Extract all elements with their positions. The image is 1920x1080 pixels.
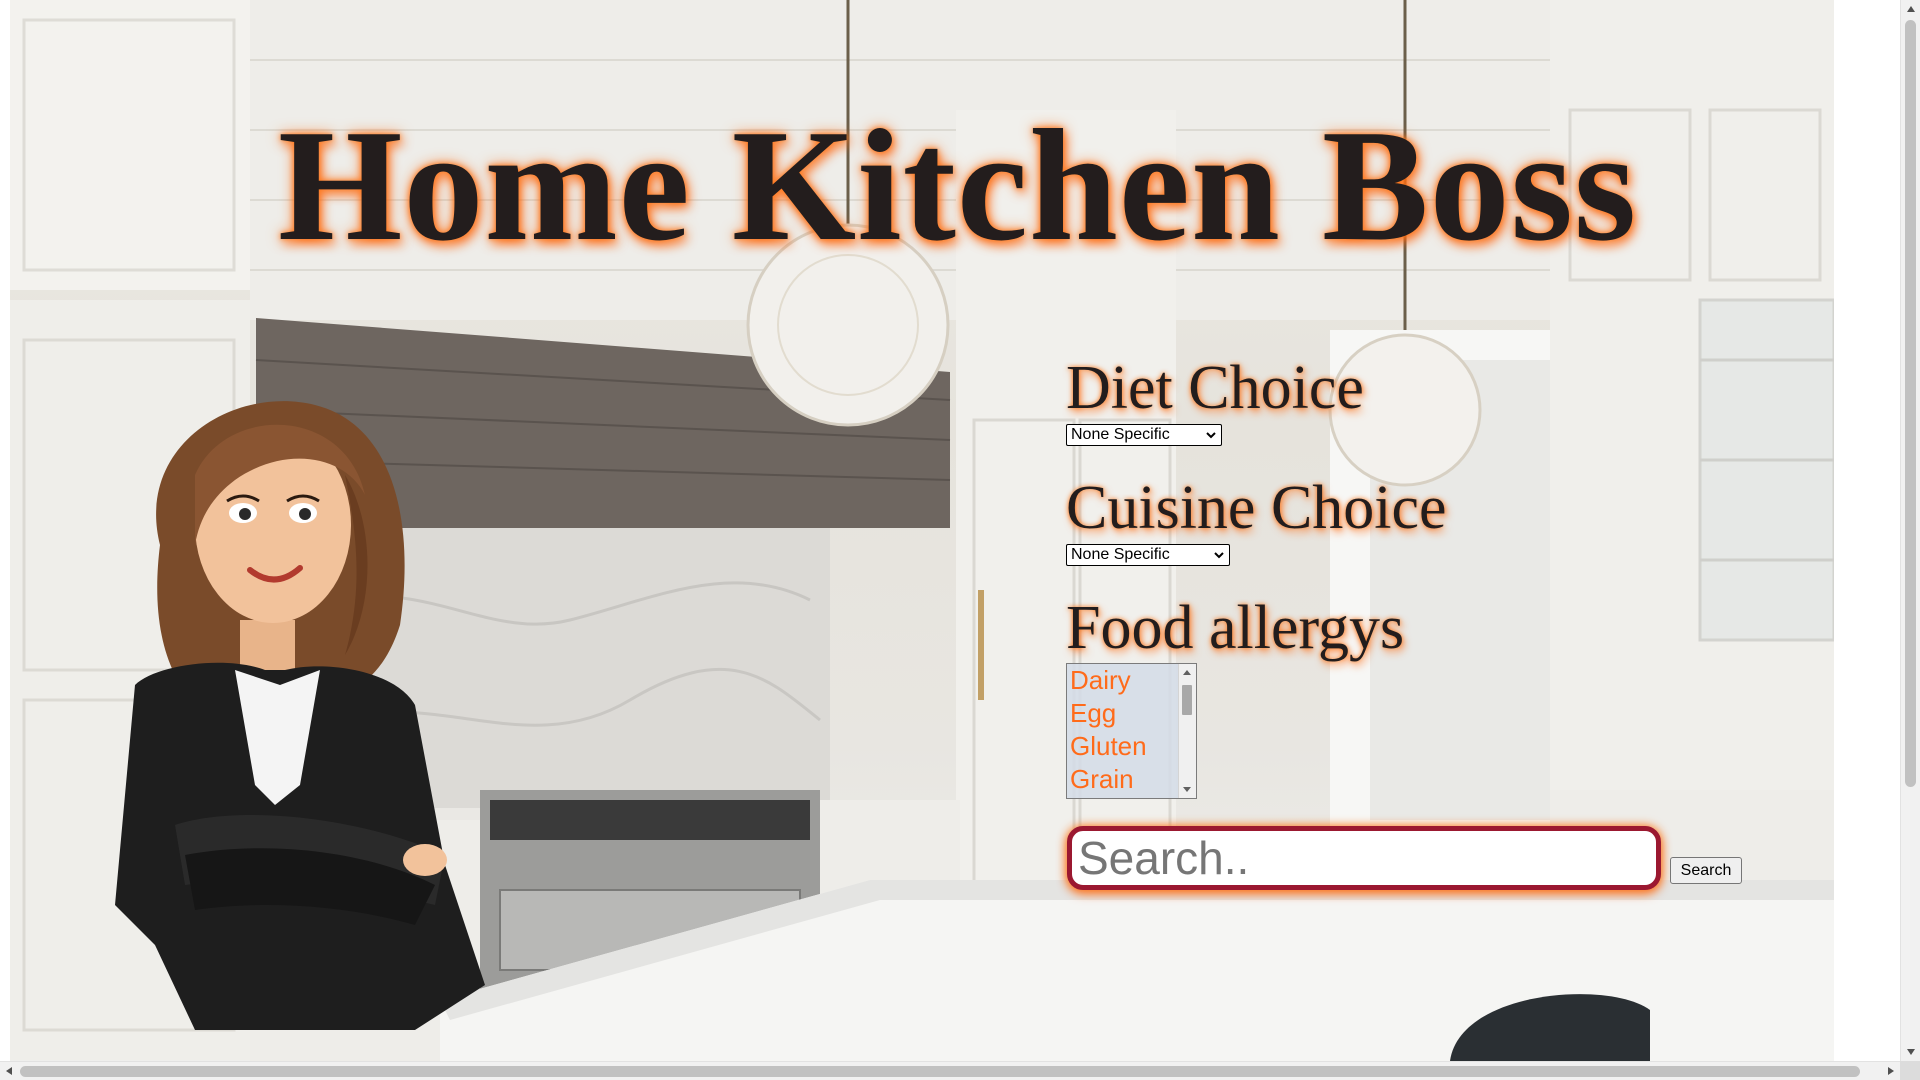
food-allergies-listbox[interactable]: Dairy Egg Gluten Grain: [1066, 663, 1197, 799]
allergy-options: Dairy Egg Gluten Grain: [1067, 664, 1196, 796]
vertical-scroll-thumb[interactable]: [1905, 20, 1916, 787]
host-character-illustration: [115, 401, 485, 1030]
search-button[interactable]: Search: [1670, 857, 1742, 884]
scroll-down-arrow-icon[interactable]: [1907, 1049, 1915, 1055]
page-viewport: Home Kitchen Boss Diet Choice None Speci…: [0, 0, 1900, 1061]
diet-choice-value: None Specific: [1071, 426, 1170, 443]
allergy-scroll-thumb[interactable]: [1182, 685, 1192, 715]
cuisine-choice-heading: Cuisine Choice: [1066, 474, 1447, 542]
page-title: Home Kitchen Boss: [278, 96, 1638, 274]
horizontal-scrollbar[interactable]: [0, 1061, 1900, 1080]
diet-choice-heading: Diet Choice: [1066, 354, 1364, 422]
chevron-down-icon: [1214, 552, 1224, 559]
scroll-up-arrow-icon[interactable]: [1183, 670, 1191, 675]
scroll-down-arrow-icon[interactable]: [1183, 787, 1191, 792]
diet-choice-select[interactable]: None Specific: [1066, 424, 1222, 446]
allergy-listbox-scrollbar[interactable]: [1178, 664, 1196, 798]
chevron-down-icon: [1206, 432, 1216, 439]
search-input[interactable]: [1067, 826, 1661, 890]
scrollbar-corner: [1900, 1061, 1920, 1080]
scroll-up-arrow-icon[interactable]: [1907, 6, 1915, 12]
cuisine-choice-value: None Specific: [1071, 546, 1170, 563]
vertical-scrollbar[interactable]: [1900, 0, 1920, 1061]
scroll-right-arrow-icon[interactable]: [1888, 1067, 1894, 1075]
cuisine-choice-select[interactable]: None Specific: [1066, 544, 1230, 566]
scroll-left-arrow-icon[interactable]: [6, 1067, 12, 1075]
food-allergies-heading: Food allergys: [1066, 594, 1405, 662]
horizontal-scroll-thumb[interactable]: [20, 1066, 1860, 1077]
